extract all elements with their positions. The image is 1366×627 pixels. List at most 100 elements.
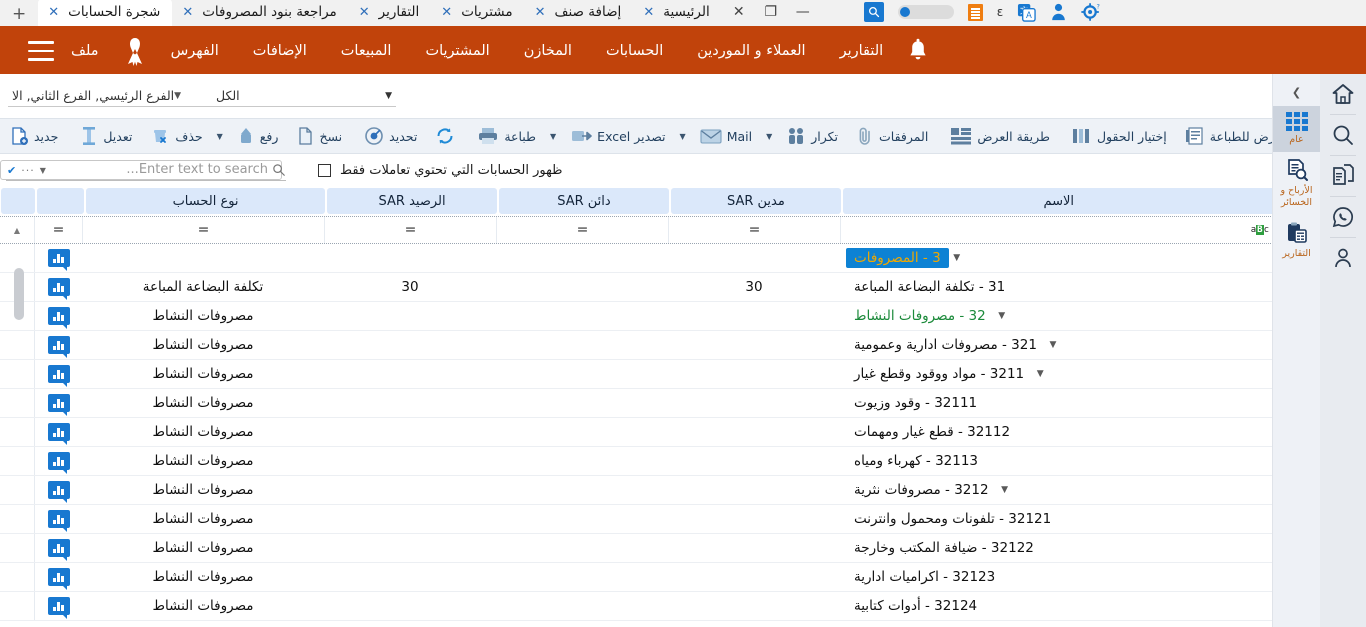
- search-box[interactable]: [6, 159, 286, 181]
- table-row[interactable]: مصروفات النشاط32122 - ضيافة المكتب وخارج…: [0, 534, 1323, 563]
- refresh-button[interactable]: [426, 119, 464, 153]
- table-row[interactable]: مصروفات النشاط32121 - تلفونات ومحمول وان…: [0, 505, 1323, 534]
- header-debit[interactable]: مدين SAR: [671, 188, 841, 214]
- delete-button[interactable]: حذف: [141, 119, 211, 153]
- table-row[interactable]: مصروفات النشاط▼3211 - مواد ووقود وقطع غي…: [0, 360, 1323, 389]
- sidebar-item-profit-loss[interactable]: الأرباح و الخسائر: [1273, 152, 1321, 215]
- menu-item-file[interactable]: ملف: [54, 28, 116, 74]
- table-row[interactable]: مصروفات النشاط32113 - كهرباء ومياه: [0, 447, 1323, 476]
- cell-account-name[interactable]: 32123 - اكراميات ادارية: [840, 563, 1277, 591]
- table-row[interactable]: ▼3 - المصروفات: [0, 244, 1323, 273]
- tab-home[interactable]: الرئيسية ✕: [633, 0, 721, 26]
- menu-item-warehouses[interactable]: المخازن: [507, 28, 589, 74]
- tree-expander-chevron-down-icon[interactable]: ▼: [994, 302, 1010, 330]
- table-row[interactable]: مصروفات النشاط32124 - أدوات كتابية: [0, 592, 1323, 621]
- only-with-transactions-checkbox[interactable]: [318, 164, 331, 177]
- hamburger-menu-icon[interactable]: [28, 41, 54, 61]
- tree-expander-chevron-down-icon[interactable]: ▼: [1032, 360, 1048, 388]
- tab-expense-review[interactable]: مراجعة بنود المصروفات ✕: [172, 0, 348, 26]
- restore-window-button[interactable]: ❐: [762, 4, 780, 20]
- bar-chart-icon[interactable]: [48, 394, 70, 412]
- export-excel-button[interactable]: تصدير Excel: [561, 119, 674, 153]
- menu-item-index[interactable]: الفهرس: [154, 28, 236, 74]
- header-balance[interactable]: الرصيد SAR: [327, 188, 497, 214]
- settings-gear-icon[interactable]: ?: [1081, 2, 1101, 22]
- cell-account-name[interactable]: ▼3 - المصروفات: [840, 244, 1277, 272]
- only-with-transactions-checkbox-group[interactable]: ظهور الحسابات التي تحتوي تعاملات فقط: [318, 163, 562, 178]
- cell-account-name[interactable]: 32112 - قطع غيار ومهمات: [840, 418, 1277, 446]
- new-button[interactable]: جديد: [0, 119, 67, 153]
- select-button[interactable]: تحديد: [355, 119, 426, 153]
- menu-item-customers-suppliers[interactable]: العملاء و الموردين: [680, 28, 822, 74]
- bar-chart-icon[interactable]: [48, 452, 70, 470]
- whatsapp-icon[interactable]: [1320, 197, 1366, 237]
- new-tab-button[interactable]: +: [0, 6, 38, 26]
- minimize-window-button[interactable]: —: [794, 4, 812, 20]
- menu-item-purchases[interactable]: المشتريات: [408, 28, 506, 74]
- abc-filter-icon[interactable]: aBc: [1251, 225, 1269, 235]
- table-row[interactable]: مصروفات النشاط▼32 - مصروفات النشاط: [0, 302, 1323, 331]
- table-row[interactable]: مصروفات النشاط32123 - اكراميات ادارية: [0, 563, 1323, 592]
- tree-expander-chevron-down-icon[interactable]: ▼: [949, 244, 965, 272]
- cell-account-name[interactable]: ▼3212 - مصروفات نثرية: [840, 476, 1277, 504]
- grid-vertical-scrollbar[interactable]: [14, 268, 24, 320]
- table-row[interactable]: مصروفات النشاط▼321 - مصروفات ادارية وعمو…: [0, 331, 1323, 360]
- user-icon[interactable]: [1050, 3, 1067, 21]
- branch-select[interactable]: الفرع الرئيسي, الفرع الثاني, الا ▼: [8, 85, 212, 107]
- scope-select[interactable]: الكل ▼: [212, 85, 396, 107]
- bar-chart-icon[interactable]: [48, 365, 70, 383]
- cell-account-name[interactable]: ▼32 - مصروفات النشاط: [840, 302, 1277, 330]
- filter-op-credit[interactable]: =: [496, 217, 668, 243]
- close-icon[interactable]: ✕: [643, 6, 654, 19]
- upload-button[interactable]: رفع: [228, 119, 288, 153]
- chevron-right-icon[interactable]: ❯: [1273, 78, 1320, 106]
- bar-chart-icon[interactable]: [48, 539, 70, 557]
- filter-op-type[interactable]: =: [82, 217, 324, 243]
- bar-chart-icon[interactable]: [48, 278, 70, 296]
- cell-account-name[interactable]: 32124 - أدوات كتابية: [840, 592, 1277, 620]
- tab-purchases[interactable]: مشتريات ✕: [431, 0, 524, 26]
- bar-chart-icon[interactable]: [48, 336, 70, 354]
- tab-add-item[interactable]: إضافة صنف ✕: [525, 0, 634, 26]
- menu-item-addons[interactable]: الإضافات: [236, 28, 324, 74]
- close-window-button[interactable]: ✕: [730, 4, 748, 20]
- cell-account-name[interactable]: 32121 - تلفونات ومحمول وانترنت: [840, 505, 1277, 533]
- table-row[interactable]: تكلفة البضاعة المباعة303031 - تكلفة البض…: [0, 273, 1323, 302]
- filter-op-balance[interactable]: =: [324, 217, 496, 243]
- header-account-type[interactable]: نوع الحساب: [86, 188, 325, 214]
- table-row[interactable]: مصروفات النشاط32111 - وقود وزيوت: [0, 389, 1323, 418]
- delete-dropdown-chevron-down-icon[interactable]: ▼: [212, 132, 228, 141]
- bar-chart-icon[interactable]: [48, 423, 70, 441]
- tree-expander-chevron-down-icon[interactable]: ▼: [997, 476, 1013, 504]
- documents-icon[interactable]: [1320, 156, 1366, 196]
- filter-name-cell[interactable]: aBc: [840, 217, 1277, 243]
- header-name[interactable]: الاسم: [843, 188, 1275, 214]
- bar-chart-icon[interactable]: [48, 307, 70, 325]
- chevron-down-icon[interactable]: ▼: [174, 91, 181, 101]
- print-dropdown-chevron-down-icon[interactable]: ▼: [545, 132, 561, 141]
- print-button[interactable]: طباعة: [468, 119, 545, 153]
- bar-chart-icon[interactable]: [48, 597, 70, 615]
- search-icon[interactable]: [1320, 115, 1366, 155]
- bar-chart-icon[interactable]: [48, 568, 70, 586]
- cell-account-name[interactable]: ▼321 - مصروفات ادارية وعمومية: [840, 331, 1277, 359]
- close-icon[interactable]: ✕: [48, 6, 59, 19]
- menu-item-sales[interactable]: المبيعات: [324, 28, 409, 74]
- view-mode-button[interactable]: طريقة العرض: [941, 119, 1059, 153]
- close-icon[interactable]: ✕: [182, 6, 193, 19]
- attachments-button[interactable]: المرفقات: [847, 119, 937, 153]
- cell-account-name[interactable]: 31 - تكلفة البضاعة المباعة: [840, 273, 1277, 301]
- mail-dropdown-chevron-down-icon[interactable]: ▼: [761, 132, 777, 141]
- filter-op-debit[interactable]: =: [668, 217, 840, 243]
- table-row[interactable]: مصروفات النشاط▼3212 - مصروفات نثرية: [0, 476, 1323, 505]
- tab-reports[interactable]: التقارير ✕: [349, 0, 432, 26]
- table-row[interactable]: مصروفات النشاط32112 - قطع غيار ومهمات: [0, 418, 1323, 447]
- copy-button[interactable]: نسخ: [287, 119, 351, 153]
- chevron-down-icon[interactable]: ▼: [385, 91, 392, 101]
- tree-expander-chevron-down-icon[interactable]: ▼: [1045, 331, 1061, 359]
- toggle-pill[interactable]: [898, 5, 954, 19]
- menu-item-accounts[interactable]: الحسابات: [589, 28, 680, 74]
- close-icon[interactable]: ✕: [535, 6, 546, 19]
- sidebar-item-general[interactable]: عام: [1273, 106, 1321, 152]
- cell-account-name[interactable]: 32122 - ضيافة المكتب وخارجة: [840, 534, 1277, 562]
